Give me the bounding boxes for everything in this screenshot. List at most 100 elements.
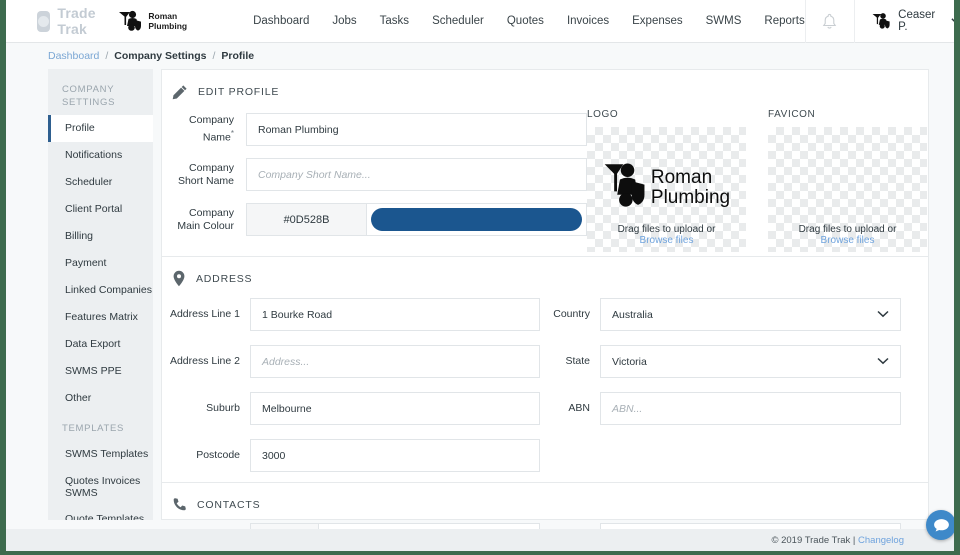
plumber-mascot-icon	[119, 10, 142, 31]
label-address-line-2: Address Line 2	[169, 355, 240, 367]
label-abn: ABN	[568, 402, 590, 414]
notifications-button[interactable]	[804, 0, 855, 43]
sidebar-item-payment[interactable]: Payment	[48, 250, 153, 277]
sidebar-item-features-matrix[interactable]: Features Matrix	[48, 304, 153, 331]
address-right-column: Country Australia State Victoria ABN ABN…	[540, 298, 910, 482]
required-asterisk: *	[230, 129, 234, 139]
nav-link-tasks[interactable]: Tasks	[380, 15, 409, 27]
colour-swatch[interactable]	[371, 208, 582, 231]
nav-link-reports[interactable]: Reports	[764, 15, 804, 27]
sidebar-heading-templates-label: TEMPLATES	[62, 423, 125, 434]
sidebar-item-swms-templates-label: SWMS Templates	[65, 448, 149, 460]
user-name-label: Ceaser P.	[898, 9, 936, 33]
nav-link-jobs[interactable]: Jobs	[332, 15, 356, 27]
company-badge-line2: Plumbing	[148, 21, 188, 31]
input-company-short-name-placeholder: Company Short Name...	[258, 168, 371, 181]
trade-trak-logo-icon	[37, 10, 51, 32]
sidebar-item-scheduler[interactable]: Scheduler	[48, 169, 153, 196]
sidebar-heading-templates: TEMPLATES	[48, 412, 153, 441]
location-pin-icon	[173, 270, 185, 287]
sidebar-item-swms-ppe[interactable]: SWMS PPE	[48, 358, 153, 385]
profile-settings-card: EDIT PROFILE Company Name* Roman Plumbin…	[161, 69, 929, 551]
colour-hex-value[interactable]: #0D528B	[247, 204, 367, 235]
input-company-short-name[interactable]: Company Short Name...	[246, 158, 587, 191]
sidebar-item-client-portal[interactable]: Client Portal	[48, 196, 153, 223]
plumber-mascot-icon	[604, 163, 645, 207]
input-address-line-1[interactable]: 1 Bourke Road	[250, 298, 540, 331]
input-company-name[interactable]: Roman Plumbing	[246, 113, 587, 146]
brand-name-label: Trade Trak	[57, 5, 96, 37]
footer-copyright: © 2019 Trade Trak |	[771, 534, 856, 546]
favicon-dropzone[interactable]: Drag files to upload or Browse files	[768, 127, 927, 252]
sidebar-item-linked-companies[interactable]: Linked Companies	[48, 277, 153, 304]
chat-support-button[interactable]	[926, 510, 954, 540]
select-state[interactable]: Victoria	[600, 345, 901, 378]
field-row-country: Country Australia	[540, 298, 910, 331]
nav-link-swms[interactable]: SWMS	[706, 15, 742, 27]
select-country[interactable]: Australia	[600, 298, 901, 331]
label-company-short-name: Company Short Name	[177, 161, 234, 187]
logo-word-line2: Plumbing	[650, 187, 731, 208]
address-region: Address Line 1 1 Bourke Road Address Lin…	[162, 288, 928, 482]
breadcrumb-link-dashboard[interactable]: Dashboard	[48, 50, 99, 62]
sidebar-item-billing[interactable]: Billing	[48, 223, 153, 250]
breadcrumb-separator-1: /	[105, 50, 109, 62]
input-postcode-value: 3000	[262, 449, 286, 462]
sidebar-item-linked-companies-label: Linked Companies	[65, 284, 152, 296]
input-address-line-2-placeholder: Address...	[262, 355, 310, 368]
logo-text-block: Roman Plumbing	[651, 168, 730, 208]
current-company-badge[interactable]: Roman Plumbing	[117, 9, 187, 33]
sidebar-item-data-export[interactable]: Data Export	[48, 331, 153, 358]
logo-drag-text: Drag files to upload or	[617, 224, 716, 235]
field-row-company-main-colour: Company Main Colour #0D528B	[172, 203, 587, 236]
logo-dropzone[interactable]: Roman Plumbing Drag files to upload or B…	[587, 127, 746, 252]
chat-bubble-icon	[933, 518, 949, 531]
sidebar-item-notifications-label: Notifications	[65, 149, 123, 161]
input-suburb[interactable]: Melbourne	[250, 392, 540, 425]
sidebar-item-profile[interactable]: Profile	[48, 115, 153, 142]
pencil-icon	[172, 84, 187, 99]
nav-link-expenses[interactable]: Expenses	[632, 15, 683, 27]
brand-logo[interactable]: Trade Trak	[37, 5, 103, 37]
breadcrumb-item-company-settings[interactable]: Company Settings	[114, 50, 206, 62]
sidebar-item-quote-templates[interactable]: Quote Templates	[48, 506, 153, 520]
sidebar-item-quotes-invoices-swms[interactable]: Quotes Invoices SWMS	[48, 468, 153, 506]
sidebar-item-payment-label: Payment	[65, 257, 107, 269]
user-menu[interactable]: Ceaser P.	[855, 0, 954, 43]
app-window: Trade Trak Roman Plumbing Dashboard Jobs…	[0, 0, 960, 555]
upload-panels: LOGO Roman Plumbing Drag files to upload…	[587, 107, 927, 252]
footer-changelog-link[interactable]: Changelog	[858, 535, 904, 546]
input-postcode[interactable]: 3000	[250, 439, 540, 472]
profile-form-column: Company Name* Roman Plumbing Company Sho…	[162, 107, 587, 252]
field-row-company-name: Company Name* Roman Plumbing	[172, 113, 587, 146]
sidebar-item-other[interactable]: Other	[48, 385, 153, 412]
sidebar-item-quote-templates-label: Quote Templates	[65, 513, 145, 520]
sidebar-heading-company-settings: COMPANY SETTINGS	[48, 69, 153, 115]
sidebar-item-swms-templates[interactable]: SWMS Templates	[48, 441, 153, 468]
nav-link-quotes[interactable]: Quotes	[507, 15, 544, 27]
label-company-name-text: Company Name	[189, 114, 234, 144]
company-badge-text: Roman Plumbing	[148, 11, 187, 31]
favicon-browse-files-link[interactable]: Browse files	[821, 235, 875, 246]
chevron-down-icon	[877, 356, 889, 368]
top-navigation-bar: Trade Trak Roman Plumbing Dashboard Jobs…	[6, 0, 954, 43]
favicon-upload-panel: FAVICON Drag files to upload or Browse f…	[768, 109, 927, 252]
profile-upper-region: Company Name* Roman Plumbing Company Sho…	[162, 101, 928, 252]
field-row-abn: ABN ABN...	[540, 392, 910, 425]
input-address-line-2[interactable]: Address...	[250, 345, 540, 378]
nav-link-dashboard[interactable]: Dashboard	[253, 15, 309, 27]
label-suburb: Suburb	[206, 402, 240, 414]
colour-picker-control[interactable]: #0D528B	[246, 203, 587, 236]
colour-swatch-wrapper[interactable]	[367, 204, 586, 235]
nav-link-invoices[interactable]: Invoices	[567, 15, 609, 27]
favicon-panel-title: FAVICON	[768, 109, 816, 120]
input-abn[interactable]: ABN...	[600, 392, 901, 425]
page-footer: © 2019 Trade Trak | Changelog	[6, 529, 954, 551]
logo-browse-files-link[interactable]: Browse files	[640, 235, 694, 246]
section-title-contacts: CONTACTS	[197, 498, 261, 511]
sidebar-item-notifications[interactable]: Notifications	[48, 142, 153, 169]
user-avatar-icon	[872, 13, 890, 29]
nav-link-scheduler[interactable]: Scheduler	[432, 15, 484, 27]
label-address-line-1: Address Line 1	[169, 308, 240, 320]
bell-icon	[823, 13, 837, 29]
